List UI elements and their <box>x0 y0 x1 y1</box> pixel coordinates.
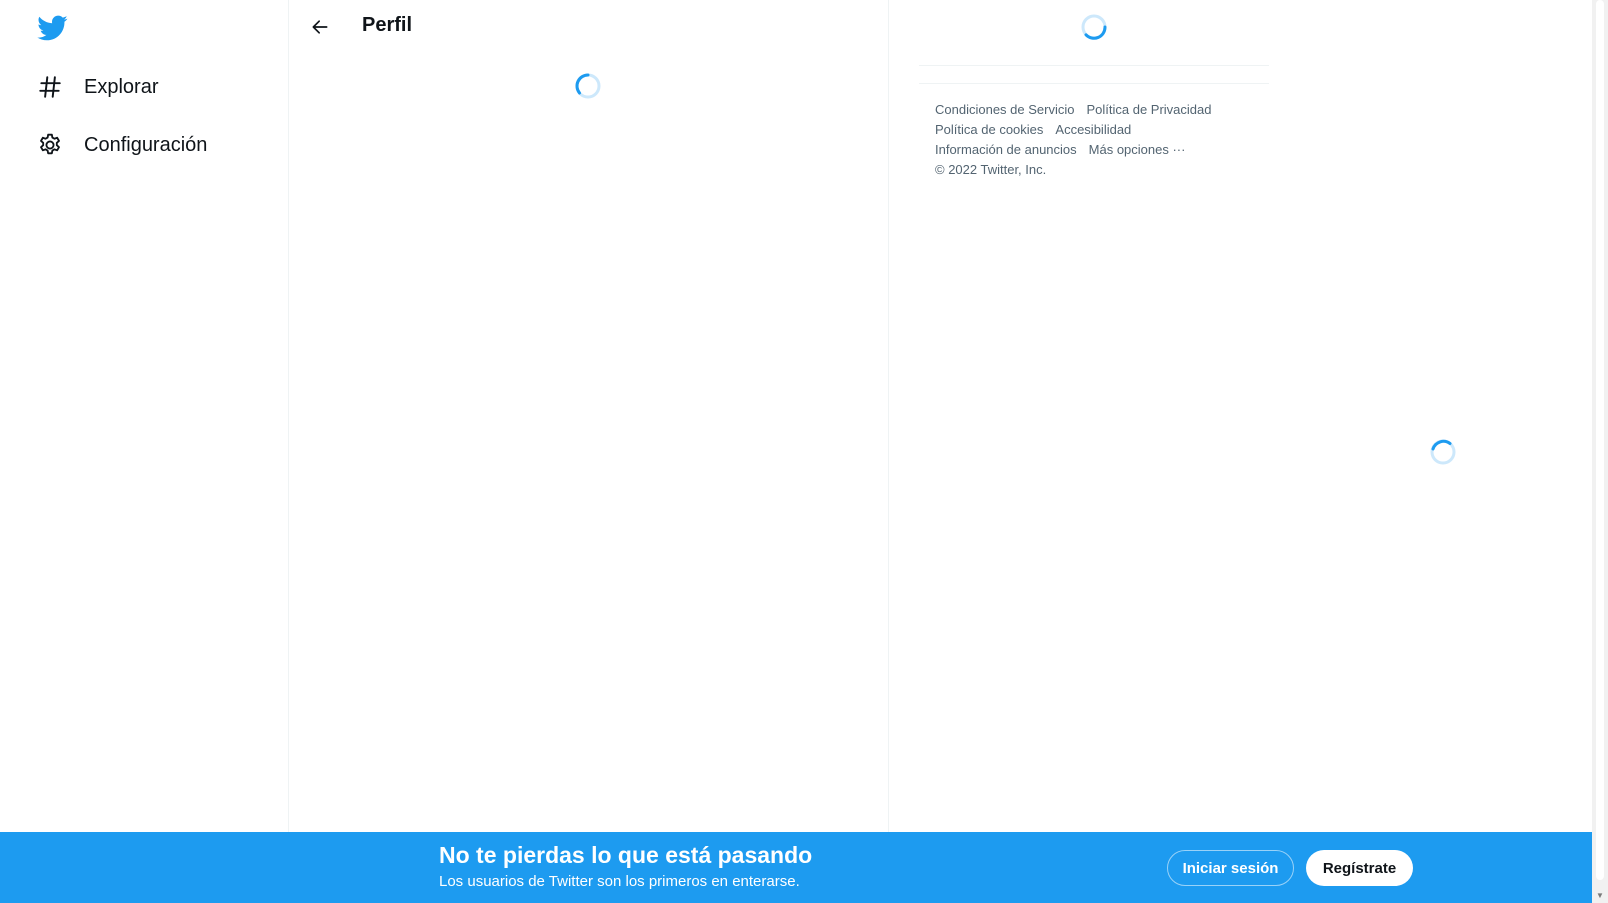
scroll-down-arrow-icon[interactable]: ▼ <box>1592 887 1608 903</box>
page-title: Perfil <box>362 14 413 36</box>
left-nav: Explorar Configuración <box>0 0 289 903</box>
loading-spinner-icon <box>1081 14 1107 40</box>
banner-subtitle: Los usuarios de Twitter son los primeros… <box>439 873 800 890</box>
footer-link[interactable]: Política de cookies <box>935 122 1043 137</box>
footer-link[interactable]: Información de anuncios <box>935 142 1077 157</box>
nav-item-label: Configuración <box>84 133 208 156</box>
twitter-bird-icon[interactable] <box>36 12 68 44</box>
footer-link[interactable]: Política de Privacidad <box>1086 102 1211 117</box>
more-options-link[interactable]: Más opciones ··· <box>1089 142 1186 157</box>
gear-icon <box>36 131 64 159</box>
login-button[interactable]: Iniciar sesión <box>1167 850 1294 886</box>
nav-item-explorar[interactable]: Explorar <box>36 67 158 107</box>
signup-button[interactable]: Regístrate <box>1306 850 1413 886</box>
signup-banner: No te pierdas lo que está pasando Los us… <box>0 832 1592 903</box>
banner-title: No te pierdas lo que está pasando <box>439 842 813 868</box>
hashtag-icon <box>36 73 64 101</box>
footer-links: Condiciones de Servicio Política de Priva… <box>935 100 1265 180</box>
loading-spinner-icon <box>1430 439 1456 465</box>
scrollbar[interactable]: ▼ <box>1592 0 1608 903</box>
main-column: Perfil <box>289 0 889 903</box>
back-button[interactable] <box>303 12 337 42</box>
app-viewport: Explorar Configuración Perfil Condicione… <box>0 0 1592 903</box>
footer-link[interactable]: Accesibilidad <box>1055 122 1131 137</box>
footer-link[interactable]: Condiciones de Servicio <box>935 102 1074 117</box>
divider <box>919 65 1269 66</box>
scrollbar-thumb[interactable] <box>1596 0 1604 880</box>
nav-item-label: Explorar <box>84 75 159 98</box>
arrow-left-icon <box>312 20 328 34</box>
right-column: Condiciones de Servicio Política de Priva… <box>919 0 1269 903</box>
nav-item-configuracion[interactable]: Configuración <box>36 125 207 165</box>
copyright: © 2022 Twitter, Inc. <box>935 162 1047 177</box>
divider <box>919 83 1269 84</box>
loading-spinner-icon <box>575 73 601 99</box>
